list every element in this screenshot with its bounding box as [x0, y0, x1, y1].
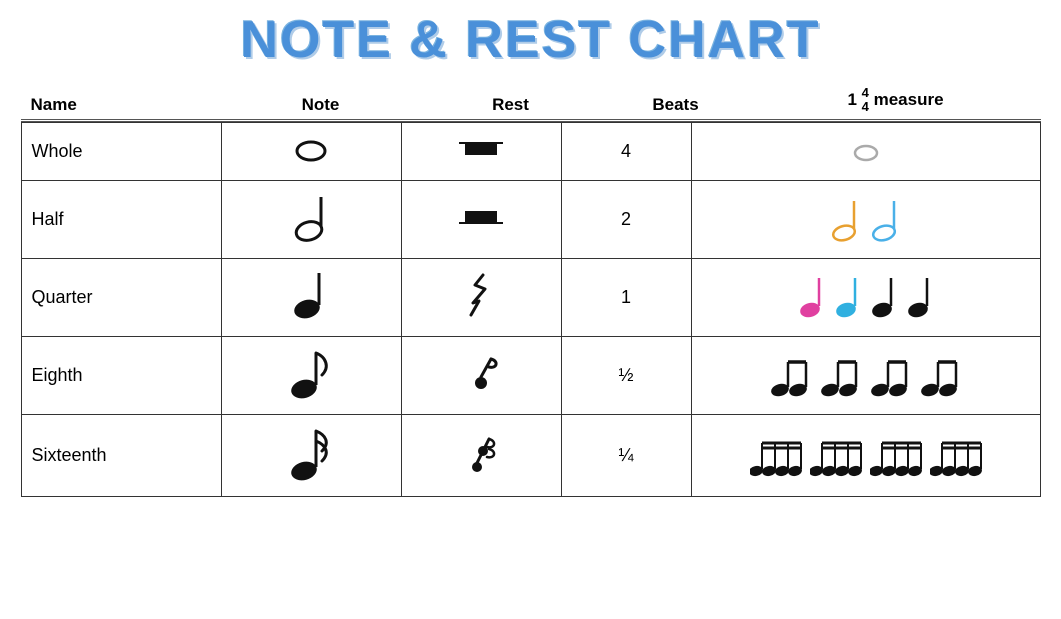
note-half [221, 180, 401, 258]
beats-whole: 4 [561, 122, 691, 180]
page-title: note & rest chart [241, 10, 821, 70]
measure-label: measure [874, 90, 944, 109]
measure-eighth-notes [702, 350, 1030, 400]
measure-eighth [691, 336, 1040, 414]
note-eighth [221, 336, 401, 414]
rest-eighth [401, 336, 561, 414]
table-row: Half 2 [21, 180, 1040, 258]
header-beats: Beats [601, 95, 751, 115]
measure-quarter-notes [702, 272, 1030, 322]
beats-half: 2 [561, 180, 691, 258]
measure-quarter [691, 258, 1040, 336]
name-sixteenth: Sixteenth [21, 414, 221, 496]
quarter-rest-svg [461, 267, 501, 323]
table-row: Sixteenth ¼ [21, 414, 1040, 496]
name-eighth: Eighth [21, 336, 221, 414]
note-whole [221, 122, 401, 180]
table-header: Name Note Rest Beats 1 44 measure [21, 82, 1041, 122]
beats-quarter: 1 [561, 258, 691, 336]
measure-whole [691, 122, 1040, 180]
name-quarter: Quarter [21, 258, 221, 336]
beats-sixteenth: ¼ [561, 414, 691, 496]
note-quarter [221, 258, 401, 336]
sixteenth-rest-svg [461, 425, 501, 481]
beats-eighth: ½ [561, 336, 691, 414]
measure-sixteenth-notes [702, 431, 1030, 479]
name-half: Half [21, 180, 221, 258]
rest-sixteenth [401, 414, 561, 496]
measure-whole-notes [702, 136, 1030, 166]
header-measure: 1 44 measure [751, 86, 1041, 115]
header-rest: Rest [421, 95, 601, 115]
note-sixteenth [221, 414, 401, 496]
eighth-note-svg [288, 345, 334, 401]
whole-note-svg [287, 131, 335, 167]
measure-half [691, 180, 1040, 258]
rest-quarter [401, 258, 561, 336]
half-rest-svg [451, 201, 511, 233]
header-name: Name [21, 95, 221, 115]
whole-rest-svg [451, 133, 511, 165]
table-row: Eighth ½ [21, 336, 1040, 414]
time-one: 1 [847, 90, 856, 109]
sixteenth-note-svg [288, 423, 334, 483]
table-row: Quarter 1 [21, 258, 1040, 336]
eighth-rest-svg [461, 347, 501, 399]
name-whole: Whole [21, 122, 221, 180]
measure-half-notes [702, 193, 1030, 245]
time-signature: 44 [862, 86, 869, 115]
note-rest-table: Whole 4 [21, 122, 1041, 497]
rest-half [401, 180, 561, 258]
half-note-svg [291, 189, 331, 245]
quarter-note-svg [291, 267, 331, 323]
header-note: Note [221, 95, 421, 115]
measure-sixteenth [691, 414, 1040, 496]
table-row: Whole 4 [21, 122, 1040, 180]
rest-whole [401, 122, 561, 180]
